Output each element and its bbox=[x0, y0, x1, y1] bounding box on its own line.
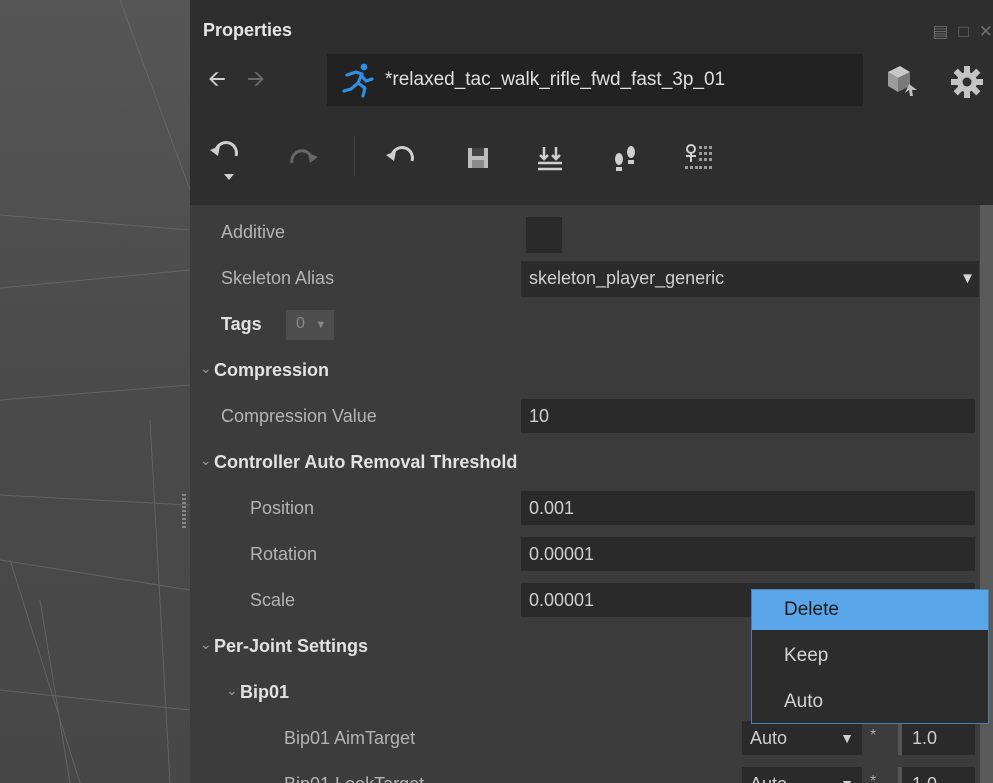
maximize-icon[interactable]: □ bbox=[958, 22, 968, 42]
undo-icon bbox=[210, 141, 238, 180]
menu-item-delete[interactable]: Delete bbox=[752, 590, 988, 630]
revert-icon bbox=[386, 146, 414, 162]
position-field[interactable]: 0.001 bbox=[521, 491, 975, 525]
row-skeleton-alias: Skeleton Alias skeleton_player_generic ▼ bbox=[190, 259, 980, 297]
window-controls: ▤ □ ✕ bbox=[932, 22, 993, 42]
section-compression[interactable]: ⌄ Compression bbox=[190, 351, 980, 389]
forward-arrow-icon[interactable]: 🡪 bbox=[247, 68, 265, 90]
expand-chevron-icon[interactable]: ⌄ bbox=[200, 360, 212, 377]
controller-header: Controller Auto Removal Threshold bbox=[214, 452, 518, 472]
aimtarget-weight-field[interactable]: 1.0 bbox=[898, 721, 975, 755]
row-bip01-aimtarget: Bip01 AimTarget Auto ▼ * 1.0 bbox=[190, 719, 980, 757]
chevron-down-icon: ▼ bbox=[960, 270, 975, 287]
aimtarget-mode: Auto bbox=[750, 728, 788, 748]
panel-resize-handle[interactable] bbox=[182, 494, 186, 530]
expand-chevron-icon[interactable]: ⌄ bbox=[200, 636, 212, 653]
additive-label: Additive bbox=[221, 222, 286, 242]
position-label: Position bbox=[250, 498, 315, 518]
chevron-down-icon: ▼ bbox=[840, 730, 854, 746]
footsteps-button[interactable] bbox=[605, 136, 645, 180]
close-icon[interactable]: ✕ bbox=[979, 22, 993, 42]
compression-header: Compression bbox=[214, 360, 330, 380]
mode-popup-menu: Delete Keep Auto bbox=[751, 589, 989, 724]
looktarget-weight-field[interactable]: 1.0 bbox=[898, 767, 975, 783]
import-icon bbox=[538, 147, 562, 171]
looktarget-mode: Auto bbox=[750, 774, 787, 783]
chevron-down-icon: ▼ bbox=[315, 319, 327, 331]
tags-count: 0 bbox=[296, 315, 305, 332]
asset-name: *relaxed_tac_walk_rifle_fwd_fast_3p_01 bbox=[385, 69, 726, 90]
save-icon bbox=[468, 148, 488, 168]
compression-value-field[interactable]: 10 bbox=[521, 399, 975, 433]
panel-header: Properties ▤ □ ✕ 🡨 🡪 *relaxed_tac_walk_r… bbox=[190, 0, 993, 205]
redo-icon bbox=[290, 149, 318, 164]
dock-icon[interactable]: ▤ bbox=[932, 22, 948, 42]
rotation-label: Rotation bbox=[250, 544, 318, 564]
skeleton-mapping-button[interactable] bbox=[680, 136, 720, 180]
asset-browser-icon[interactable] bbox=[882, 60, 922, 100]
expand-chevron-icon[interactable]: ⌄ bbox=[226, 682, 238, 699]
bip01-header: Bip01 bbox=[240, 682, 290, 702]
viewport-grid bbox=[0, 0, 190, 783]
row-tags: Tags 0 ▼ bbox=[190, 305, 980, 343]
multiply-sign: * bbox=[870, 773, 877, 783]
redo-button[interactable] bbox=[282, 136, 322, 180]
chevron-down-icon: ▼ bbox=[840, 776, 854, 783]
section-controller-threshold[interactable]: ⌄ Controller Auto Removal Threshold bbox=[190, 443, 980, 481]
skeleton-alias-dropdown[interactable]: skeleton_player_generic ▼ bbox=[521, 261, 979, 297]
running-man-icon bbox=[342, 63, 374, 98]
row-compression-value: Compression Value 10 bbox=[190, 397, 980, 435]
expand-chevron-icon[interactable]: ⌄ bbox=[200, 452, 212, 469]
skeleton-alias-label: Skeleton Alias bbox=[221, 268, 335, 288]
multiply-sign: * bbox=[870, 727, 877, 744]
toolbar bbox=[190, 130, 993, 194]
looktarget-label: Bip01 LookTarget bbox=[284, 774, 424, 783]
gear-icon[interactable] bbox=[947, 62, 987, 102]
looktarget-mode-dropdown[interactable]: Auto ▼ bbox=[742, 767, 862, 783]
additive-checkbox[interactable] bbox=[526, 217, 562, 253]
row-rotation: Rotation 0.00001 bbox=[190, 535, 980, 573]
panel-title: Properties bbox=[203, 20, 293, 40]
import-button[interactable] bbox=[530, 136, 570, 180]
scale-label: Scale bbox=[250, 590, 296, 610]
menu-item-keep[interactable]: Keep bbox=[752, 636, 988, 676]
tags-label: Tags bbox=[221, 314, 262, 334]
row-position: Position 0.001 bbox=[190, 489, 980, 527]
skeleton-alias-value: skeleton_player_generic bbox=[529, 268, 725, 288]
back-arrow-icon[interactable]: 🡨 bbox=[208, 68, 226, 90]
tags-count-dropdown[interactable]: 0 ▼ bbox=[286, 310, 334, 340]
menu-item-auto[interactable]: Auto bbox=[752, 682, 988, 722]
row-bip01-looktarget: Bip01 LookTarget Auto ▼ * 1.0 bbox=[190, 765, 980, 783]
viewport-3d[interactable] bbox=[0, 0, 190, 783]
undo-history-button[interactable] bbox=[206, 136, 246, 180]
aimtarget-label: Bip01 AimTarget bbox=[284, 728, 416, 748]
skeleton-grid-icon bbox=[685, 144, 712, 169]
row-additive: Additive bbox=[190, 213, 980, 253]
revert-button[interactable] bbox=[380, 136, 420, 180]
footsteps-icon bbox=[615, 146, 635, 171]
per-joint-header: Per-Joint Settings bbox=[214, 636, 369, 656]
asset-path-field[interactable]: *relaxed_tac_walk_rifle_fwd_fast_3p_01 bbox=[327, 54, 863, 106]
rotation-field[interactable]: 0.00001 bbox=[521, 537, 975, 571]
aimtarget-mode-dropdown[interactable]: Auto ▼ bbox=[742, 721, 862, 755]
save-button[interactable] bbox=[458, 136, 498, 180]
toolbar-separator bbox=[354, 136, 355, 176]
compression-value-label: Compression Value bbox=[221, 406, 377, 426]
